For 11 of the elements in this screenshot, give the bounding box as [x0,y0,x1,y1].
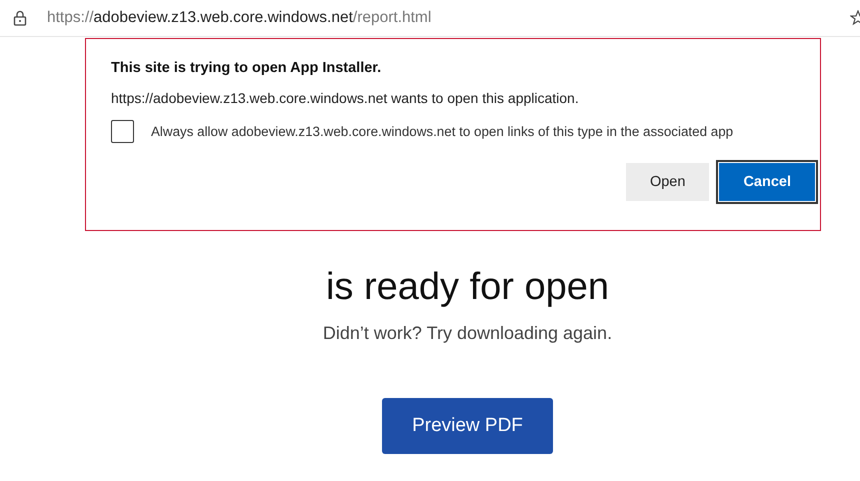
cancel-button[interactable]: Cancel [719,163,815,201]
dialog-title: This site is trying to open App Installer. [111,60,382,76]
checkbox-label: Always allow adobeview.z13.web.core.windows.net to open links of this type in the associated app [151,124,734,139]
address-url[interactable]: https://adobeview.z13.web.core.windows.net/report.html [47,9,432,27]
open-button[interactable]: Open [626,163,710,201]
dialog-message: https://adobeview.z13.web.core.windows.net wants to open this application. [111,90,580,106]
preview-pdf-button[interactable]: Preview PDF [382,398,553,454]
page-heading: is ready for open [326,265,610,309]
lock-icon [13,10,27,26]
checkbox[interactable] [111,120,134,143]
retry-text: Didn’t work? Try downloading again. [322,323,612,344]
